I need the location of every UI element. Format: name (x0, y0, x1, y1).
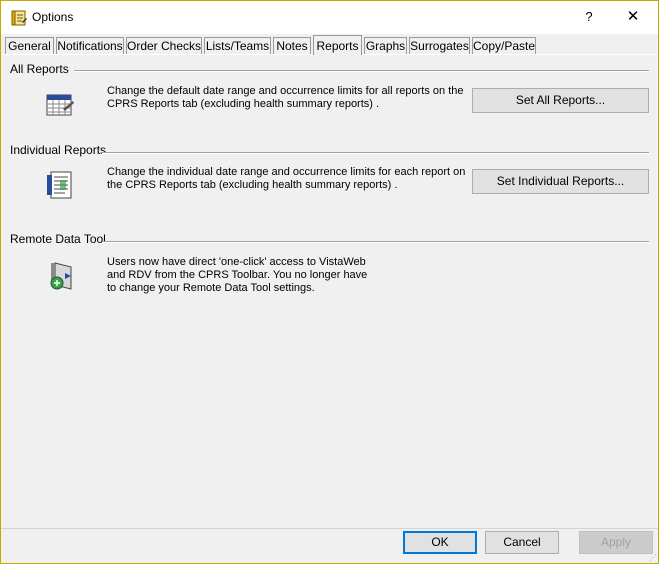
title-bar: Options ? ✕ (1, 1, 658, 34)
divider (102, 152, 649, 154)
divider (102, 241, 649, 243)
apply-button[interactable]: Apply (579, 531, 653, 554)
tab-order-checks[interactable]: Order Checks (126, 37, 202, 54)
tab-reports[interactable]: Reports (313, 35, 362, 55)
section-title-remote-data-tool: Remote Data Tool (10, 232, 106, 246)
reports-tab-panel: All Reports Change the default date rang… (3, 54, 656, 530)
cancel-button[interactable]: Cancel (485, 531, 559, 554)
tab-surrogates[interactable]: Surrogates (409, 37, 470, 54)
tab-copy-paste[interactable]: Copy/Paste (472, 37, 536, 54)
individual-reports-description: Change the individual date range and occ… (107, 166, 466, 191)
section-title-all-reports: All Reports (10, 62, 69, 76)
remote-data-tool-description: Users now have direct 'one-click' access… (107, 256, 368, 294)
divider (74, 70, 649, 72)
tab-notes[interactable]: Notes (273, 37, 311, 54)
options-dialog: Options ? ✕ General Notifications Order … (0, 0, 659, 564)
notepad-icon (10, 9, 28, 27)
remote-data-icon (45, 259, 79, 293)
footer-divider (1, 528, 658, 529)
set-all-reports-button[interactable]: Set All Reports... (472, 88, 649, 113)
tab-lists-teams[interactable]: Lists/Teams (204, 37, 271, 54)
tab-strip: General Notifications Order Checks Lists… (5, 35, 655, 55)
ok-button[interactable]: OK (403, 531, 477, 554)
tab-general[interactable]: General (5, 37, 54, 54)
window-title: Options (32, 10, 74, 24)
tab-notifications[interactable]: Notifications (56, 37, 124, 54)
calendar-report-icon (43, 89, 77, 123)
help-button[interactable]: ? (579, 6, 599, 28)
close-button[interactable]: ✕ (617, 5, 649, 29)
set-individual-reports-button[interactable]: Set Individual Reports... (472, 169, 649, 194)
section-title-individual-reports: Individual Reports (10, 143, 107, 157)
tab-graphs[interactable]: Graphs (364, 37, 407, 54)
all-reports-description: Change the default date range and occurr… (107, 85, 464, 110)
resize-grip-icon[interactable]: ⋰ (649, 553, 657, 562)
report-document-icon (43, 169, 77, 203)
